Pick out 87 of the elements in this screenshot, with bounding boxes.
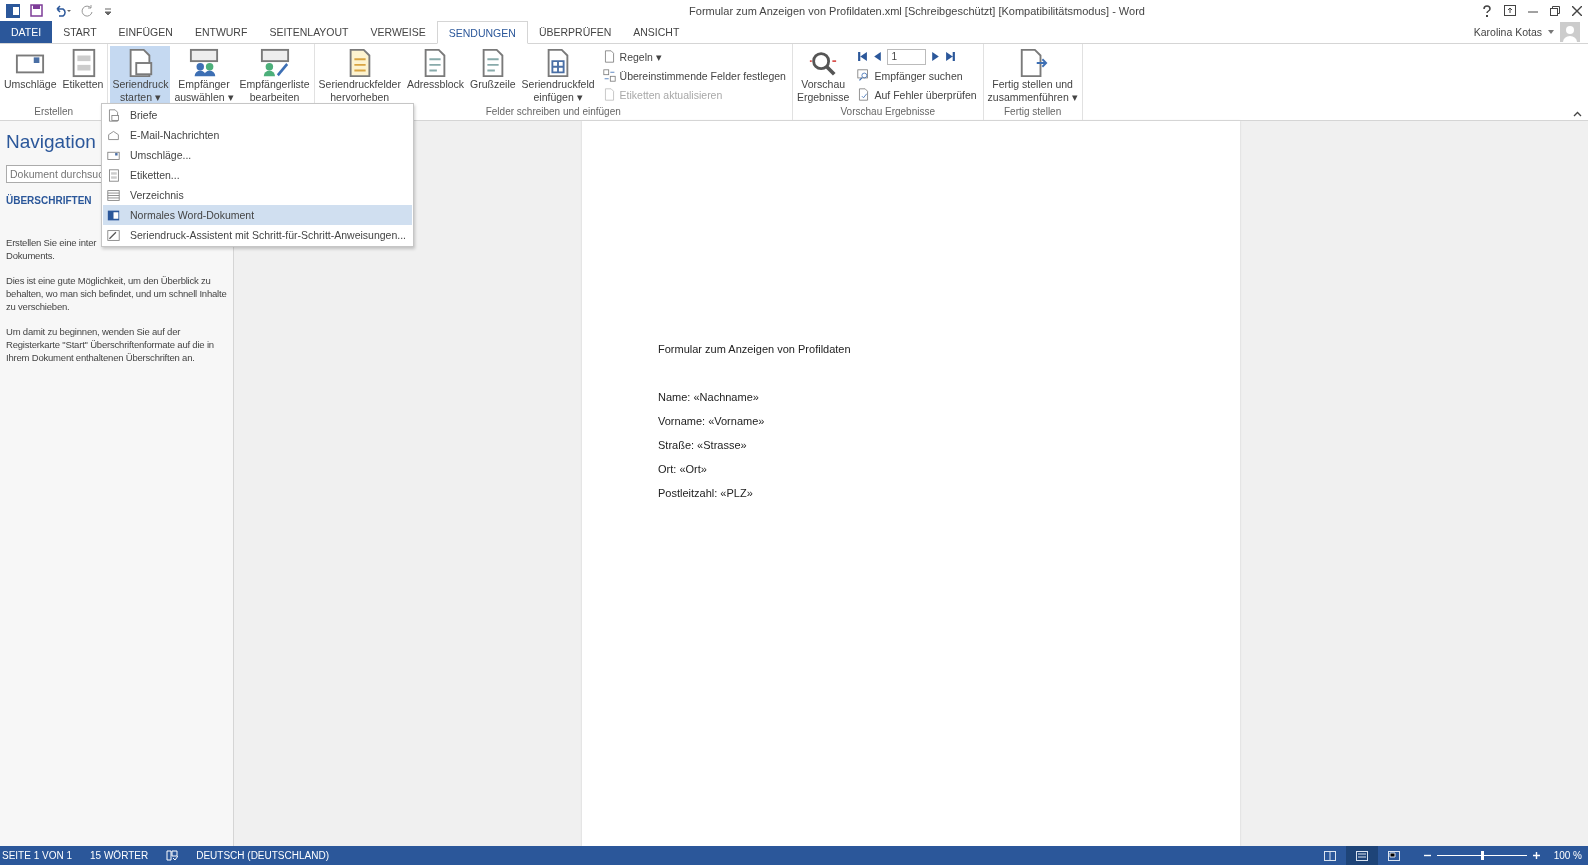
- user-name[interactable]: Karolina Kotas: [1473, 26, 1542, 38]
- previous-record-icon[interactable]: [872, 51, 884, 62]
- update-icon: [602, 88, 616, 101]
- rules-icon: [602, 50, 616, 63]
- group-label: Felder schreiben und einfügen: [484, 106, 622, 119]
- zoom-out-icon[interactable]: [1423, 852, 1431, 859]
- first-record-icon[interactable]: [857, 51, 869, 62]
- find-icon: [857, 69, 871, 82]
- pane-title: Navigation: [6, 131, 96, 153]
- ribbon-tab[interactable]: ENTWURF: [183, 21, 259, 43]
- group-label: Erstellen: [33, 106, 75, 119]
- doc-icon: [107, 108, 120, 122]
- ribbon-button[interactable]: Empfängerliste bearbeiten: [237, 46, 312, 105]
- restore-icon[interactable]: [1550, 5, 1560, 16]
- menu-item[interactable]: Seriendruck-Assistent mit Schritt-für-Schritt-Anweisungen...: [103, 225, 412, 245]
- menu-item[interactable]: E-Mail-Nachrichten: [103, 125, 412, 145]
- redo-icon[interactable]: [81, 4, 94, 17]
- zoom-thumb[interactable]: [1480, 851, 1484, 860]
- ribbon-button[interactable]: Fertig stellen und zusammenführen ▾: [985, 46, 1080, 105]
- help-text: Dies ist eine gute Möglichkeit, um den Überblick zu behalten, wo man sich befindet, und um schnell Inhalte zu verschieben.: [6, 274, 227, 313]
- mail-icon: [107, 128, 120, 142]
- last-record-icon[interactable]: [945, 51, 957, 62]
- help-text: Erstellen Sie eine inter Dokuments.: [6, 236, 98, 262]
- ribbon-button[interactable]: Seriendruckfelder hervorheben: [316, 46, 403, 105]
- ribbon-small-button[interactable]: Empfänger suchen: [857, 67, 977, 84]
- ribbon-display-icon[interactable]: [1504, 5, 1516, 16]
- file-tab[interactable]: DATEI: [0, 21, 53, 43]
- ribbon-small-button[interactable]: Übereinstimmende Felder festlegen: [602, 67, 786, 84]
- view-button[interactable]: [1345, 846, 1378, 865]
- ribbon-button[interactable]: Umschläge: [2, 46, 59, 105]
- save-icon[interactable]: [30, 4, 43, 17]
- menu-item[interactable]: Verzeichnis: [103, 185, 412, 205]
- help-text: Um damit zu beginnen, wenden Sie auf der Registerkarte "Start" Überschriftenformate auf die in Ihrem Dokument enthaltenen Überschriften an.: [6, 325, 215, 364]
- page-icon: [1355, 850, 1368, 861]
- status-item[interactable]: SEITE 1 VON 1: [2, 850, 73, 861]
- next-record-icon[interactable]: [930, 51, 942, 62]
- caret-icon[interactable]: [1548, 30, 1554, 34]
- group-label: Vorschau Ergebnisse: [839, 106, 936, 119]
- undo-icon[interactable]: [53, 4, 71, 17]
- help-icon[interactable]: [1482, 4, 1492, 17]
- record-field[interactable]: 1: [887, 48, 927, 65]
- word-logo-icon[interactable]: [6, 3, 20, 18]
- ribbon-button[interactable]: Seriendruckfeld einfügen ▾: [519, 46, 597, 105]
- merge-field-line: Postleitzahl: «PLZ»: [658, 487, 754, 499]
- people-edit-icon: [259, 48, 290, 78]
- menu-item[interactable]: Briefe: [103, 105, 412, 125]
- document-heading: Formular zum Anzeigen von Profildaten: [658, 343, 852, 355]
- labels-icon: [107, 168, 120, 182]
- status-item[interactable]: 15 WÖRTER: [90, 850, 149, 861]
- word-icon: [107, 208, 120, 222]
- menu-item[interactable]: Etiketten...: [103, 165, 412, 185]
- menu-item[interactable]: Normales Word-Dokument: [103, 205, 412, 225]
- ribbon-button[interactable]: Vorschau Ergebnisse: [794, 46, 852, 105]
- zoom-level[interactable]: 100 %: [1553, 850, 1582, 861]
- close-icon[interactable]: [1572, 5, 1582, 16]
- ribbon-button[interactable]: Empfänger auswählen ▾: [172, 46, 236, 105]
- ribbon-small-button[interactable]: Regeln ▾: [602, 48, 786, 65]
- ribbon-tab[interactable]: SENDUNGEN: [436, 21, 528, 44]
- ribbon-tab[interactable]: EINFÜGEN: [107, 21, 184, 43]
- group-label: Fertig stellen: [1003, 106, 1063, 119]
- list-icon: [107, 188, 120, 202]
- menu-item[interactable]: Umschläge...: [103, 145, 412, 165]
- ribbon-small-button[interactable]: Auf Fehler überprüfen: [857, 86, 977, 103]
- ribbon-tab[interactable]: ANSICHT: [622, 21, 691, 43]
- customize-caret-icon[interactable]: [104, 5, 112, 16]
- ribbon-tab[interactable]: VERWEISE: [359, 21, 437, 43]
- window-title: Formular zum Anzeigen von Profildaten.xml [Schreibgeschützt] [Kompatibilitätsmodus] - Word: [688, 4, 1146, 17]
- proofing-icon[interactable]: [166, 850, 179, 861]
- merge-field-line: Vorname: «Vorname»: [658, 415, 766, 427]
- web-icon: [1387, 850, 1400, 861]
- ribbon-button[interactable]: Adressblock: [404, 46, 467, 105]
- ribbon-button[interactable]: Grußzeile: [468, 46, 518, 105]
- collapse-ribbon-icon[interactable]: [1573, 111, 1582, 117]
- book-icon: [1323, 850, 1336, 861]
- ribbon-tab[interactable]: SEITENLAYOUT: [258, 21, 360, 43]
- ribbon-tab[interactable]: ÜBERPRÜFEN: [527, 21, 623, 43]
- people-icon: [189, 48, 219, 78]
- zoom-in-icon[interactable]: [1532, 852, 1540, 859]
- ribbon-button[interactable]: Seriendruck starten ▾: [110, 46, 171, 105]
- merge-field-line: Ort: «Ort»: [658, 463, 708, 475]
- status-item[interactable]: DEUTSCH (DEUTSCHLAND): [196, 850, 329, 861]
- merge-field-line: Name: «Nachname»: [658, 391, 760, 403]
- check-icon: [857, 88, 871, 101]
- merge-field-line: Straße: «Strasse»: [658, 439, 748, 451]
- match-icon: [602, 69, 616, 82]
- ribbon-button[interactable]: Etiketten: [60, 46, 106, 105]
- ribbon-tab[interactable]: START: [52, 21, 108, 43]
